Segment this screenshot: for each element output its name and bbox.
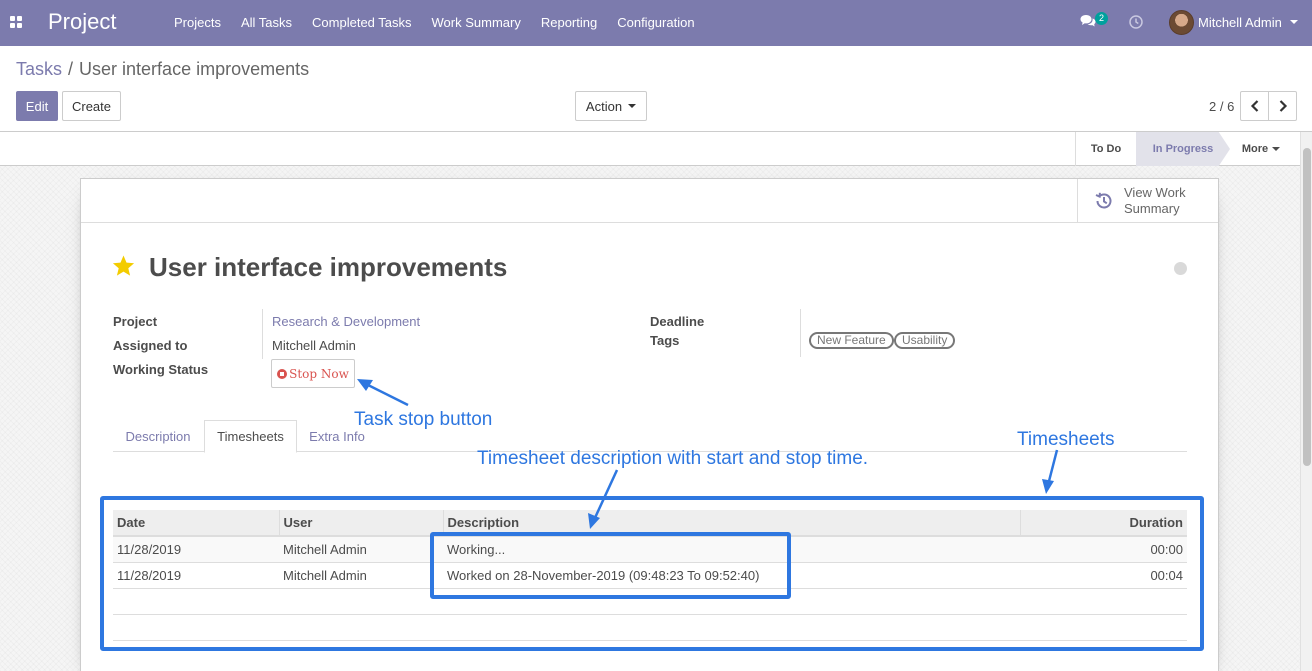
pager-next-button[interactable] (1268, 91, 1297, 121)
view-work-summary-label: View Work Summary (1124, 185, 1186, 216)
menu-item-configuration[interactable]: Configuration (607, 0, 704, 46)
stage-more-caret-icon (1272, 147, 1281, 151)
tag-new-feature[interactable]: New Feature (809, 332, 894, 349)
top-navbar: Project Projects All Tasks Completed Tas… (0, 0, 1312, 46)
stop-icon (277, 368, 288, 379)
field-column-divider-right (800, 309, 801, 357)
chat-count-badge: 2 (1095, 12, 1109, 25)
menu-item-all-tasks[interactable]: All Tasks (231, 0, 302, 46)
tag-usability[interactable]: Usability (894, 332, 956, 349)
view-work-summary-button[interactable]: View Work Summary (1077, 179, 1218, 223)
menu-item-work-summary[interactable]: Work Summary (422, 0, 531, 46)
tab-description[interactable]: Description (113, 420, 203, 452)
user-avatar[interactable] (1169, 10, 1194, 35)
pager-previous-button[interactable] (1240, 91, 1269, 121)
annotation-description-note: Timesheet description with start and sto… (477, 448, 869, 469)
breadcrumb-separator: / (68, 59, 74, 79)
field-column-divider (262, 309, 263, 359)
tab-timesheets[interactable]: Timesheets (204, 420, 297, 453)
stage-to-do[interactable]: To Do (1075, 132, 1136, 166)
working-status-label: Working Status (113, 362, 209, 377)
edit-button[interactable]: Edit (16, 91, 58, 121)
assigned-to-value[interactable]: Mitchell Admin (272, 338, 356, 353)
menu-item-projects[interactable]: Projects (164, 0, 231, 46)
breadcrumb: Tasks / User interface improvements (16, 59, 309, 80)
favorite-star-icon[interactable] (111, 254, 136, 278)
chevron-right-icon (1279, 100, 1287, 112)
project-value-link[interactable]: Research & Development (272, 314, 420, 329)
pager-value[interactable]: 2 / 6 (1209, 99, 1234, 114)
assigned-to-label: Assigned to (113, 338, 188, 353)
project-label: Project (113, 314, 158, 329)
history-icon (1095, 192, 1112, 209)
stage-more-label: More (1241, 143, 1269, 155)
annotation-stop-button-note: Task stop button (354, 409, 493, 430)
chat-icon[interactable] (1080, 14, 1096, 28)
tags-label: Tags (650, 333, 680, 348)
annotation-description-box (430, 532, 791, 599)
chevron-left-icon (1250, 100, 1258, 112)
main-menu: Projects All Tasks Completed Tasks Work … (164, 0, 705, 46)
menu-item-completed-tasks[interactable]: Completed Tasks (302, 0, 421, 46)
action-label: Action (585, 98, 623, 114)
menu-item-reporting[interactable]: Reporting (531, 0, 607, 46)
task-title[interactable]: User interface improvements (149, 252, 507, 283)
user-menu-name[interactable]: Mitchell Admin (1198, 15, 1282, 30)
activity-clock-icon[interactable] (1129, 15, 1143, 29)
deadline-label: Deadline (650, 314, 705, 329)
kanban-state-dot[interactable] (1174, 262, 1187, 275)
action-caret-icon (628, 104, 637, 108)
stop-now-label: Stop Now (289, 366, 349, 381)
scrollbar-thumb[interactable] (1303, 148, 1311, 466)
stage-in-progress[interactable]: In Progress (1136, 132, 1230, 166)
user-menu-caret-icon[interactable] (1290, 20, 1298, 24)
vertical-scrollbar[interactable] (1300, 132, 1312, 671)
stage-statusbar: To Do In Progress More (0, 132, 1300, 166)
apps-menu-icon[interactable] (10, 16, 22, 28)
stop-now-button[interactable]: Stop Now (271, 359, 355, 388)
app-brand[interactable]: Project (48, 9, 116, 35)
breadcrumb-current: User interface improvements (79, 59, 310, 79)
smart-button-box: View Work Summary (81, 179, 1218, 223)
breadcrumb-tasks-link[interactable]: Tasks (16, 59, 62, 79)
action-dropdown-button[interactable]: Action (575, 91, 647, 121)
stage-more-dropdown[interactable]: More (1236, 132, 1286, 166)
annotation-timesheets-note: Timesheets (1017, 429, 1115, 450)
create-button[interactable]: Create (62, 91, 121, 121)
